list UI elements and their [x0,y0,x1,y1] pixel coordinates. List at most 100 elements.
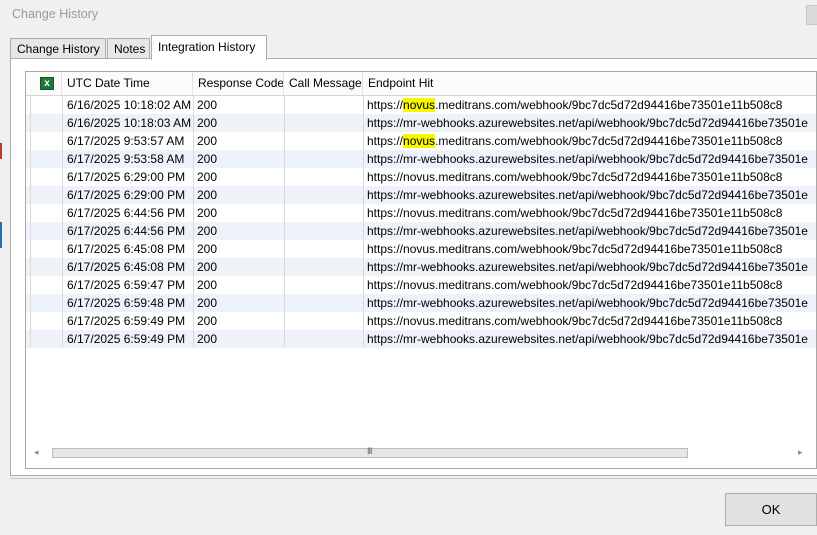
cell-call-message [288,168,362,186]
cell-call-message [288,330,362,348]
cell-response-code: 200 [197,314,218,328]
cell-endpoint-hit: https://mr-webhooks.azurewebsites.net/ap… [367,116,808,130]
window-title: Change History [12,7,99,21]
cell-response-code: 200 [197,134,218,148]
scroll-left-arrow-icon[interactable]: ◂ [34,447,39,458]
ok-button[interactable]: OK [725,493,817,526]
table-row[interactable]: 6/17/2025 6:59:49 PM 200 https://novus.med… [26,312,816,330]
integration-history-panel: x UTC Date Time Response Code Call Messa… [10,58,817,476]
cell-call-message [288,186,362,204]
cell-response-code: 200 [197,206,218,220]
cell-date: 6/16/2025 10:18:02 AM [67,98,192,112]
export-header-cell: x [26,72,62,95]
column-header-endpoint-hit[interactable]: Endpoint Hit [363,72,816,95]
cell-date: 6/17/2025 6:59:47 PM [67,278,186,292]
table-row[interactable]: 6/17/2025 6:29:00 PM 200 https://novus.med… [26,168,816,186]
cell-call-message [288,276,362,294]
cell-date: 6/17/2025 9:53:57 AM [67,134,185,148]
cell-response-code: 200 [197,278,218,292]
highlight-mark: novus [403,98,436,112]
column-header-response-code[interactable]: Response Code [193,72,284,95]
cell-call-message [288,96,362,114]
cell-date: 6/17/2025 6:29:00 PM [67,188,186,202]
cell-call-message [288,294,362,312]
column-divider [30,95,31,347]
horizontal-scrollbar[interactable]: ◂ III ▸ [30,445,810,461]
table-row[interactable]: 6/17/2025 6:45:08 PM 200 https://novus.med… [26,240,816,258]
cell-endpoint-hit: https://novus.meditrans.com/webhook/9bc7… [367,242,783,256]
cell-response-code: 200 [197,296,218,310]
grid-header: x UTC Date Time Response Code Call Messa… [26,72,816,96]
table-row[interactable]: 6/17/2025 6:29:00 PM 200 https://mr-webhoo… [26,186,816,204]
cell-response-code: 200 [197,242,218,256]
scroll-right-arrow-icon[interactable]: ▸ [798,447,803,458]
cell-endpoint-hit: https://mr-webhooks.azurewebsites.net/ap… [367,224,808,238]
table-row[interactable]: 6/16/2025 10:18:02 AM 200 https://novus.me… [26,96,816,114]
highlight-mark: novus [403,134,436,148]
cell-endpoint-hit: https://novus.meditrans.com/webhook/9bc7… [367,98,783,112]
cell-call-message [288,132,362,150]
cell-date: 6/17/2025 6:45:08 PM [67,242,186,256]
cell-call-message [288,312,362,330]
close-button[interactable] [806,5,817,25]
table-row[interactable]: 6/17/2025 9:53:57 AM 200 https://novus.med… [26,132,816,150]
excel-icon[interactable]: x [40,77,54,90]
table-row[interactable]: 6/17/2025 6:59:47 PM 200 https://novus.med… [26,276,816,294]
cell-response-code: 200 [197,188,218,202]
scrollbar-grip: III [367,446,372,456]
cell-call-message [288,204,362,222]
cell-endpoint-hit: https://mr-webhooks.azurewebsites.net/ap… [367,188,808,202]
cell-response-code: 200 [197,152,218,166]
column-header-date[interactable]: UTC Date Time [62,72,193,95]
table-row[interactable]: 6/17/2025 6:59:48 PM 200 https://mr-webhoo… [26,294,816,312]
tab-notes[interactable]: Notes [107,38,150,58]
tab-change-history[interactable]: Change History [10,38,106,58]
table-row[interactable]: 6/17/2025 6:44:56 PM 200 https://novus.med… [26,204,816,222]
table-row[interactable]: 6/16/2025 10:18:03 AM 200 https://mr-webho… [26,114,816,132]
cell-endpoint-hit: https://mr-webhooks.azurewebsites.net/ap… [367,152,808,166]
cell-date: 6/17/2025 6:44:56 PM [67,224,186,238]
table-row[interactable]: 6/17/2025 9:53:58 AM 200 https://mr-webhoo… [26,150,816,168]
cell-response-code: 200 [197,98,218,112]
title-bar: Change History [0,0,817,30]
column-divider [62,95,63,347]
cell-date: 6/17/2025 6:59:49 PM [67,314,186,328]
column-divider [284,95,285,347]
cell-response-code: 200 [197,224,218,238]
cell-call-message [288,240,362,258]
cell-date: 6/17/2025 6:45:08 PM [67,260,186,274]
cell-endpoint-hit: https://novus.meditrans.com/webhook/9bc7… [367,314,783,328]
cell-endpoint-hit: https://novus.meditrans.com/webhook/9bc7… [367,170,783,184]
cell-response-code: 200 [197,170,218,184]
cell-endpoint-hit: https://novus.meditrans.com/webhook/9bc7… [367,134,783,148]
cell-call-message [288,258,362,276]
tab-integration-history[interactable]: Integration History [151,35,267,60]
cell-endpoint-hit: https://mr-webhooks.azurewebsites.net/ap… [367,332,808,346]
cell-call-message [288,114,362,132]
table-row[interactable]: 6/17/2025 6:44:56 PM 200 https://mr-webhoo… [26,222,816,240]
scrollbar-thumb[interactable]: III [52,446,688,458]
column-header-call-message[interactable]: Call Message [284,72,363,95]
cell-date: 6/17/2025 9:53:58 AM [67,152,185,166]
cell-endpoint-hit: https://mr-webhooks.azurewebsites.net/ap… [367,296,808,310]
cell-date: 6/17/2025 6:44:56 PM [67,206,186,220]
background-edge [0,222,2,248]
cell-response-code: 200 [197,332,218,346]
cell-call-message [288,150,362,168]
table-row[interactable]: 6/17/2025 6:45:08 PM 200 https://mr-webhoo… [26,258,816,276]
cell-date: 6/16/2025 10:18:03 AM [67,116,192,130]
column-divider [363,95,364,347]
cell-endpoint-hit: https://mr-webhooks.azurewebsites.net/ap… [367,260,808,274]
integration-history-grid: x UTC Date Time Response Code Call Messa… [25,71,817,469]
cell-response-code: 200 [197,116,218,130]
cell-endpoint-hit: https://novus.meditrans.com/webhook/9bc7… [367,278,783,292]
cell-date: 6/17/2025 6:59:49 PM [67,332,186,346]
cell-endpoint-hit: https://novus.meditrans.com/webhook/9bc7… [367,206,783,220]
cell-call-message [288,222,362,240]
table-row[interactable]: 6/17/2025 6:59:49 PM 200 https://mr-webhoo… [26,330,816,348]
cell-response-code: 200 [197,260,218,274]
background-edge [0,143,2,159]
footer-divider [10,478,817,479]
column-divider [193,95,194,347]
cell-date: 6/17/2025 6:29:00 PM [67,170,186,184]
